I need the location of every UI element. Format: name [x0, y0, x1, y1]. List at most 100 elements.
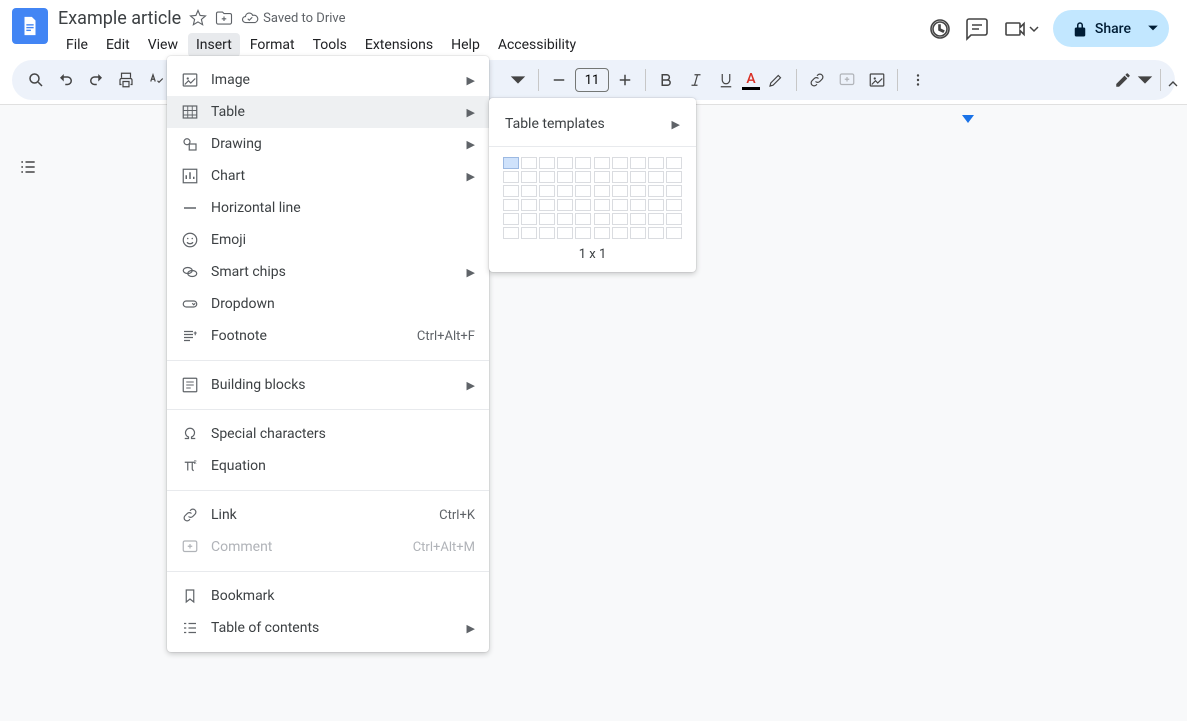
grid-cell[interactable] [612, 185, 628, 197]
grid-cell[interactable] [666, 227, 682, 239]
insert-link[interactable]: LinkCtrl+K [167, 499, 489, 531]
grid-cell[interactable] [521, 199, 537, 211]
grid-cell[interactable] [575, 227, 591, 239]
grid-cell[interactable] [521, 157, 537, 169]
grid-cell[interactable] [575, 199, 591, 211]
insert-smart-chips[interactable]: Smart chips▶ [167, 256, 489, 288]
insert-emoji[interactable]: Emoji [167, 224, 489, 256]
grid-cell[interactable] [503, 157, 519, 169]
document-title[interactable]: Example article [58, 8, 181, 29]
more-icon[interactable] [904, 66, 932, 94]
grid-cell[interactable] [539, 171, 555, 183]
grid-cell[interactable] [666, 213, 682, 225]
grid-cell[interactable] [648, 185, 664, 197]
grid-cell[interactable] [630, 199, 646, 211]
docs-logo[interactable] [12, 8, 48, 44]
grid-cell[interactable] [648, 157, 664, 169]
decrease-font-icon[interactable] [545, 66, 573, 94]
grid-cell[interactable] [648, 213, 664, 225]
history-icon[interactable] [927, 17, 951, 41]
bold-icon[interactable] [652, 66, 680, 94]
insert-equation[interactable]: 2Equation [167, 450, 489, 482]
highlight-icon[interactable] [762, 66, 790, 94]
comments-icon[interactable] [965, 17, 989, 41]
grid-cell[interactable] [594, 185, 610, 197]
grid-cell[interactable] [503, 185, 519, 197]
grid-cell[interactable] [557, 227, 573, 239]
insert-bookmark[interactable]: Bookmark [167, 580, 489, 612]
table-templates-item[interactable]: Table templates ▶ [489, 108, 696, 140]
grid-cell[interactable] [521, 185, 537, 197]
spellcheck-icon[interactable] [142, 66, 170, 94]
right-margin-marker[interactable] [962, 115, 974, 123]
grid-cell[interactable] [594, 199, 610, 211]
grid-cell[interactable] [557, 185, 573, 197]
insert-link-icon[interactable] [803, 66, 831, 94]
outline-button[interactable] [14, 153, 42, 181]
grid-cell[interactable] [503, 227, 519, 239]
insert-image[interactable]: Image▶ [167, 64, 489, 96]
grid-cell[interactable] [666, 171, 682, 183]
insert-footnote[interactable]: FootnoteCtrl+Alt+F [167, 320, 489, 352]
add-comment-icon[interactable] [833, 66, 861, 94]
grid-cell[interactable] [630, 213, 646, 225]
insert-table-of-contents[interactable]: Table of contents▶ [167, 612, 489, 644]
grid-cell[interactable] [503, 199, 519, 211]
table-size-grid[interactable] [503, 157, 682, 239]
grid-cell[interactable] [539, 227, 555, 239]
grid-cell[interactable] [612, 171, 628, 183]
grid-cell[interactable] [557, 171, 573, 183]
grid-cell[interactable] [612, 199, 628, 211]
menu-accessibility[interactable]: Accessibility [490, 33, 584, 57]
menu-insert[interactable]: Insert [188, 33, 240, 57]
undo-icon[interactable] [52, 66, 80, 94]
menu-tools[interactable]: Tools [305, 33, 355, 57]
font-dropdown-arrow[interactable] [504, 66, 532, 94]
grid-cell[interactable] [539, 157, 555, 169]
text-color-button[interactable]: A [742, 71, 760, 90]
insert-drawing[interactable]: Drawing▶ [167, 128, 489, 160]
increase-font-icon[interactable] [611, 66, 639, 94]
menu-view[interactable]: View [140, 33, 186, 57]
grid-cell[interactable] [594, 157, 610, 169]
insert-horizontal-line[interactable]: Horizontal line [167, 192, 489, 224]
grid-cell[interactable] [630, 185, 646, 197]
share-dropdown[interactable] [1137, 10, 1169, 47]
grid-cell[interactable] [648, 171, 664, 183]
grid-cell[interactable] [630, 157, 646, 169]
insert-building-blocks[interactable]: Building blocks▶ [167, 369, 489, 401]
insert-chart[interactable]: Chart▶ [167, 160, 489, 192]
search-menus-icon[interactable] [22, 66, 50, 94]
grid-cell[interactable] [666, 157, 682, 169]
grid-cell[interactable] [612, 227, 628, 239]
insert-special-characters[interactable]: Special characters [167, 418, 489, 450]
insert-image-icon[interactable] [863, 66, 891, 94]
share-button[interactable]: Share [1053, 10, 1149, 47]
grid-cell[interactable] [521, 171, 537, 183]
font-size-input[interactable]: 11 [575, 68, 609, 92]
insert-table[interactable]: Table▶ [167, 96, 489, 128]
grid-cell[interactable] [666, 185, 682, 197]
menu-edit[interactable]: Edit [98, 33, 138, 57]
grid-cell[interactable] [521, 227, 537, 239]
grid-cell[interactable] [630, 227, 646, 239]
underline-icon[interactable] [712, 66, 740, 94]
grid-cell[interactable] [557, 157, 573, 169]
grid-cell[interactable] [594, 213, 610, 225]
grid-cell[interactable] [557, 213, 573, 225]
menu-format[interactable]: Format [242, 33, 303, 57]
grid-cell[interactable] [521, 213, 537, 225]
insert-dropdown[interactable]: Dropdown [167, 288, 489, 320]
grid-cell[interactable] [503, 171, 519, 183]
grid-cell[interactable] [594, 227, 610, 239]
grid-cell[interactable] [575, 185, 591, 197]
grid-cell[interactable] [539, 185, 555, 197]
grid-cell[interactable] [503, 213, 519, 225]
meet-button[interactable] [1003, 17, 1039, 41]
italic-icon[interactable] [682, 66, 710, 94]
grid-cell[interactable] [594, 171, 610, 183]
grid-cell[interactable] [539, 199, 555, 211]
grid-cell[interactable] [648, 227, 664, 239]
grid-cell[interactable] [612, 157, 628, 169]
grid-cell[interactable] [557, 199, 573, 211]
